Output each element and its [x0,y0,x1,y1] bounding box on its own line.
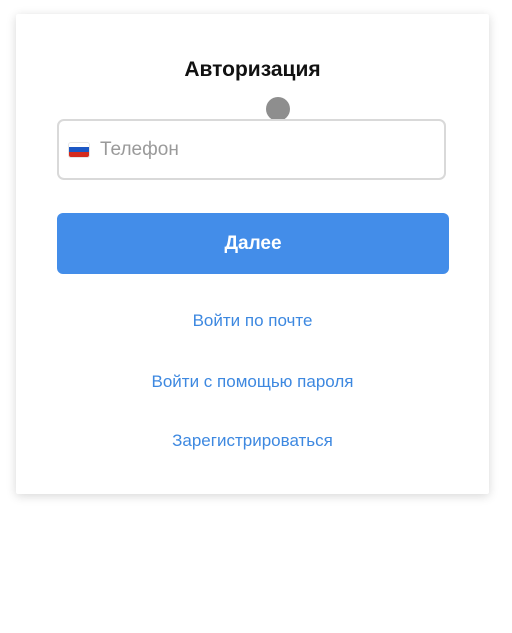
login-by-email-link[interactable]: Войти по почте [16,311,489,331]
page-title: Авторизация [184,58,321,81]
next-button[interactable]: Далее [57,213,449,274]
register-link[interactable]: Зарегистрироваться [16,431,489,451]
russia-flag-icon[interactable] [69,142,89,157]
cursor-indicator-icon [266,97,290,121]
phone-field[interactable] [57,119,446,180]
auth-card: Авторизация Далее Войти по почте Войти с… [16,14,489,494]
login-with-password-link[interactable]: Войти с помощью пароля [16,372,489,392]
phone-input[interactable] [100,129,420,170]
